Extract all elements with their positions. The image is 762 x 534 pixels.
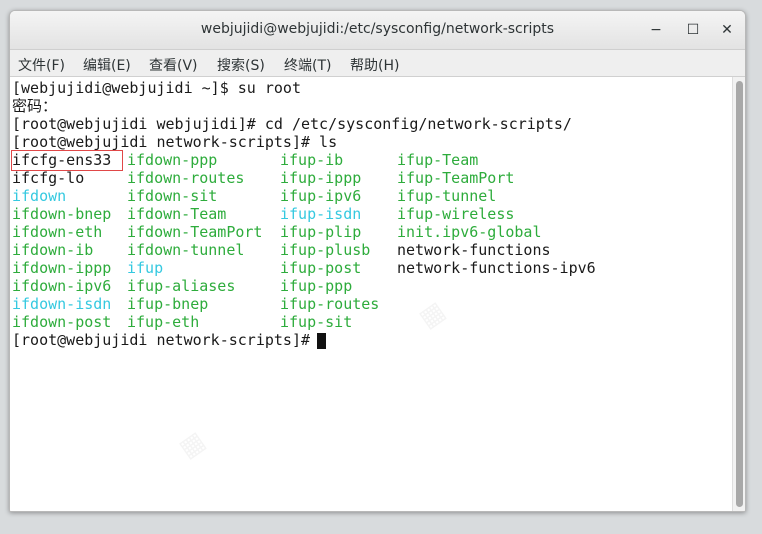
ls-entry: ifup-plusb — [280, 241, 371, 259]
ls-entry: ifup-ib — [280, 151, 344, 169]
terminal-line: 密码： — [12, 97, 58, 115]
ls-entry: ifdown-ib — [12, 241, 94, 259]
selection-highlight — [11, 150, 123, 171]
scrollbar[interactable] — [732, 77, 745, 511]
ls-entry: ifup-eth — [127, 313, 200, 331]
ls-entry: ifdown-isdn — [12, 295, 112, 313]
ls-entry: ifup-plip — [280, 223, 362, 241]
text-cursor — [317, 333, 326, 349]
menu-view[interactable]: 查看(V) — [149, 55, 198, 75]
title-bar[interactable]: webjujidi@webjujidi:/etc/sysconfig/netwo… — [10, 11, 745, 50]
ls-entry: ifdown-ppp — [127, 151, 218, 169]
ls-entry: ifup-ppp — [280, 277, 353, 295]
ls-entry: ifup-TeamPort — [397, 169, 515, 187]
ls-entry: ifup-routes — [280, 295, 380, 313]
menu-terminal[interactable]: 终端(T) — [284, 55, 331, 75]
ls-entry: ifup-bnep — [127, 295, 209, 313]
ls-entry: ifdown — [12, 187, 67, 205]
terminal-line: [webjujidi@webjujidi ~]$ su root — [12, 79, 301, 97]
menu-file[interactable]: 文件(F) — [18, 55, 65, 75]
minimize-icon[interactable]: − — [647, 21, 665, 39]
ls-entry: ifup — [127, 259, 164, 277]
ls-entry: ifup-aliases — [127, 277, 236, 295]
ls-entry: ifdown-routes — [127, 169, 245, 187]
terminal-window: webjujidi@webjujidi:/etc/sysconfig/netwo… — [9, 10, 746, 512]
ls-entry: ifup-ipv6 — [280, 187, 362, 205]
ls-entry: ifup-ippp — [280, 169, 362, 187]
ls-entry: init.ipv6-global — [397, 223, 542, 241]
ls-entry: ifdown-bnep — [12, 205, 112, 223]
terminal-line: [root@webjujidi network-scripts]# ls — [12, 133, 338, 151]
ls-entry: ifup-isdn — [280, 205, 362, 223]
menu-bar: 文件(F) 编辑(E) 查看(V) 搜索(S) 终端(T) 帮助(H) — [10, 50, 745, 77]
menu-help[interactable]: 帮助(H) — [350, 55, 399, 75]
ls-entry: ifup-Team — [397, 151, 479, 169]
ls-entry: network-functions — [397, 241, 551, 259]
window-title: webjujidi@webjujidi:/etc/sysconfig/netwo… — [200, 21, 555, 37]
ls-entry: ifup-tunnel — [397, 187, 497, 205]
ls-entry: ifup-sit — [280, 313, 353, 331]
ls-entry: ifdown-ippp — [12, 259, 112, 277]
terminal-line: [root@webjujidi webjujidi]# cd /etc/sysc… — [12, 115, 572, 133]
ls-entry: ifdown-tunnel — [127, 241, 245, 259]
ls-entry: network-functions-ipv6 — [397, 259, 596, 277]
ls-entry: ifdown-TeamPort — [127, 223, 263, 241]
ls-entry: ifup-post — [280, 259, 362, 277]
menu-edit[interactable]: 编辑(E) — [83, 55, 131, 75]
maximize-icon[interactable]: ☐ — [684, 21, 702, 39]
terminal-prompt: [root@webjujidi network-scripts]# — [12, 331, 320, 349]
ls-entry: ifup-wireless — [397, 205, 515, 223]
ls-entry: ifdown-eth — [12, 223, 103, 241]
ls-entry: ifdown-post — [12, 313, 112, 331]
scrollbar-thumb[interactable] — [736, 81, 743, 507]
ls-entry: ifcfg-lo — [12, 169, 85, 187]
ls-entry: ifdown-sit — [127, 187, 218, 205]
menu-search[interactable]: 搜索(S) — [217, 55, 265, 75]
ls-entry: ifdown-ipv6 — [12, 277, 112, 295]
close-icon[interactable]: ✕ — [718, 21, 736, 39]
ls-entry: ifdown-Team — [127, 205, 227, 223]
terminal-output[interactable]: [webjujidi@webjujidi ~]$ su root 密码： [ro… — [10, 77, 732, 511]
